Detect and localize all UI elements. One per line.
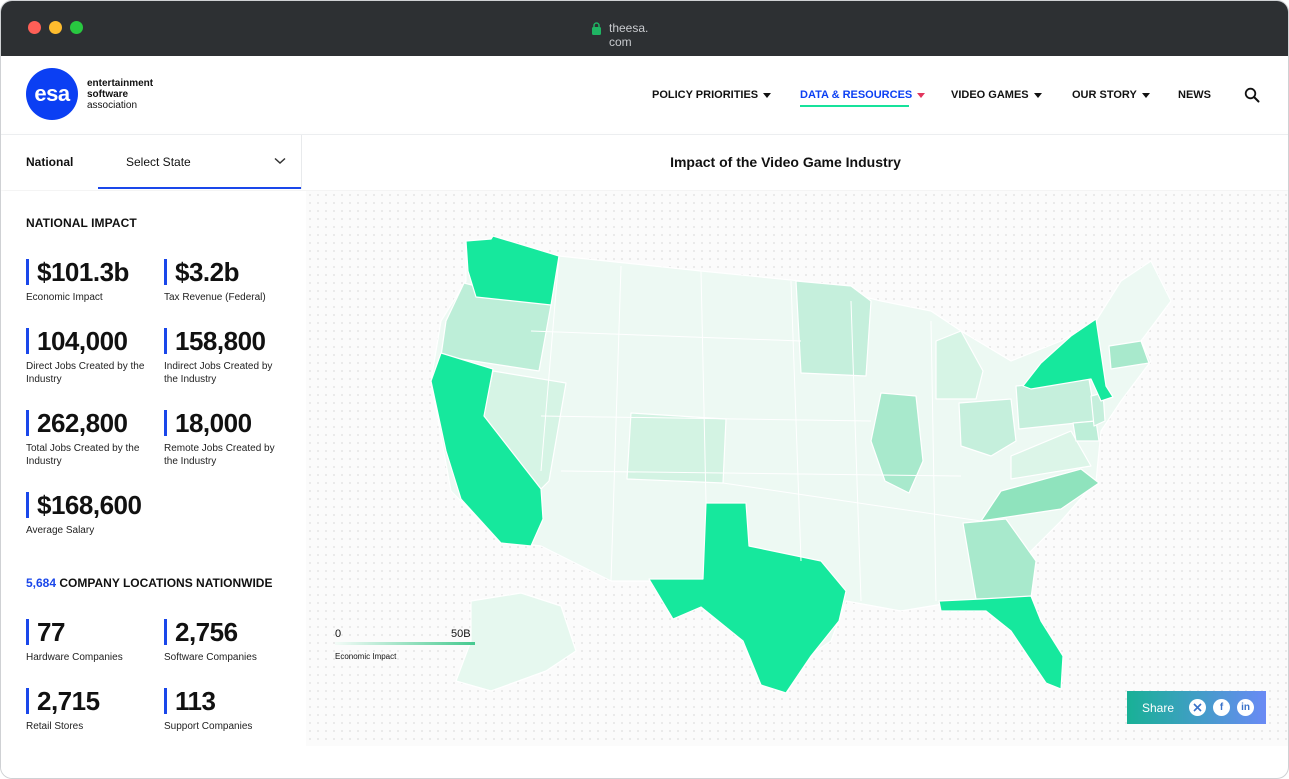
stat-remote-jobs: 18,000 Remote Jobs Created by the Indust… xyxy=(164,410,289,468)
company-locations-title: 5,684 COMPANY LOCATIONS NATIONWIDE xyxy=(26,576,272,590)
stat-total-jobs: 262,800 Total Jobs Created by the Indust… xyxy=(26,410,151,468)
stat-label: Tax Revenue (Federal) xyxy=(164,292,266,303)
page-title: Impact of the Video Game Industry xyxy=(670,154,901,170)
caret-down-icon xyxy=(763,92,772,98)
caret-down-icon xyxy=(917,92,926,98)
nav-label: VIDEO GAMES xyxy=(951,89,1029,101)
logo-line-1: entertainment xyxy=(87,78,154,89)
stat-value: $101.3b xyxy=(26,259,151,285)
stat-direct-jobs: 104,000 Direct Jobs Created by the Indus… xyxy=(26,328,151,386)
stat-label: Hardware Companies xyxy=(26,652,123,663)
national-impact-title: NATIONAL IMPACT xyxy=(26,216,137,230)
stat-value: $3.2b xyxy=(164,259,289,285)
x-icon[interactable] xyxy=(1189,699,1207,716)
nav-active-underline xyxy=(800,105,909,107)
stat-label: Economic Impact xyxy=(26,292,103,303)
lock-icon xyxy=(592,22,601,35)
nav-our-story[interactable]: OUR STORY xyxy=(1072,89,1150,101)
stat-value: 2,715 xyxy=(26,688,151,714)
stat-label: Support Companies xyxy=(164,721,253,732)
stat-support-companies: 113 Support Companies xyxy=(164,688,289,733)
stat-label: Software Companies xyxy=(164,652,257,663)
stat-hardware-companies: 77 Hardware Companies xyxy=(26,619,151,664)
nav-label: POLICY PRIORITIES xyxy=(652,89,759,101)
stat-label: Indirect Jobs Created by the Industry xyxy=(164,361,273,385)
logo-line-2: software xyxy=(87,89,129,100)
stat-label: Total Jobs Created by the Industry xyxy=(26,443,140,467)
stat-value: 262,800 xyxy=(26,410,151,436)
facebook-icon[interactable]: f xyxy=(1213,699,1231,716)
close-window-button[interactable] xyxy=(28,21,41,34)
stat-software-companies: 2,756 Software Companies xyxy=(164,619,289,664)
browser-titlebar: theesa. com xyxy=(1,1,1288,56)
stat-value: 18,000 xyxy=(164,410,289,436)
url-text: theesa. com xyxy=(609,21,649,49)
share-bar: Share f in xyxy=(1127,691,1266,724)
nav-label: DATA & RESOURCES xyxy=(800,89,913,101)
esa-logo[interactable]: esa xyxy=(26,68,78,120)
company-locations-label: COMPANY LOCATIONS NATIONWIDE xyxy=(59,576,273,590)
tab-national[interactable]: National xyxy=(26,155,73,169)
us-map-area xyxy=(306,191,1289,746)
stat-label: Direct Jobs Created by the Industry xyxy=(26,361,145,385)
legend-min-label: 0 xyxy=(335,628,342,640)
address-bar[interactable]: theesa. com xyxy=(591,21,653,49)
nav-video-games[interactable]: VIDEO GAMES xyxy=(951,89,1042,101)
legend-max-label: 50B xyxy=(451,628,471,640)
stat-tax-revenue: $3.2b Tax Revenue (Federal) xyxy=(164,259,289,304)
stat-value: 104,000 xyxy=(26,328,151,354)
state-select-value: Select State xyxy=(126,155,191,169)
legend-gradient-bar xyxy=(335,642,475,645)
state-florida xyxy=(938,595,1064,690)
stat-average-salary: $168,600 Average Salary xyxy=(26,492,176,537)
nav-policy-priorities[interactable]: POLICY PRIORITIES xyxy=(652,89,772,101)
stat-economic-impact: $101.3b Economic Impact xyxy=(26,259,151,304)
logo-wordmark[interactable]: entertainment software association xyxy=(87,78,177,111)
legend-caption: Economic Impact xyxy=(335,652,397,661)
state-washington xyxy=(465,235,560,306)
stat-value: $168,600 xyxy=(26,492,176,518)
stat-label: Remote Jobs Created by the Industry xyxy=(164,443,275,467)
state-minnesota xyxy=(795,280,872,377)
company-locations-count: 5,684 xyxy=(26,576,57,590)
stat-label: Retail Stores xyxy=(26,721,84,732)
stat-indirect-jobs: 158,800 Indirect Jobs Created by the Ind… xyxy=(164,328,289,386)
nav-label: NEWS xyxy=(1178,89,1211,101)
search-icon[interactable] xyxy=(1244,87,1260,103)
chevron-down-icon xyxy=(274,157,286,165)
stat-value: 158,800 xyxy=(164,328,289,354)
share-label: Share xyxy=(1142,700,1175,715)
caret-down-icon xyxy=(1141,92,1150,98)
nav-news[interactable]: NEWS xyxy=(1178,89,1211,101)
logo-line-3: association xyxy=(87,100,138,111)
stat-value: 2,756 xyxy=(164,619,289,645)
stat-value: 77 xyxy=(26,619,151,645)
caret-down-icon xyxy=(1033,92,1042,98)
us-state-map[interactable] xyxy=(306,191,1289,746)
minimize-window-button[interactable] xyxy=(49,21,62,34)
linkedin-icon[interactable]: in xyxy=(1237,699,1255,716)
nav-label: OUR STORY xyxy=(1072,89,1137,101)
stat-label: Average Salary xyxy=(26,525,95,536)
stat-retail-stores: 2,715 Retail Stores xyxy=(26,688,151,733)
nav-data-resources[interactable]: DATA & RESOURCES xyxy=(800,89,926,101)
stat-value: 113 xyxy=(164,688,289,714)
maximize-window-button[interactable] xyxy=(70,21,83,34)
state-select-dropdown[interactable]: Select State xyxy=(98,135,302,189)
browser-window: theesa. com esa entertainment software a… xyxy=(0,0,1289,779)
